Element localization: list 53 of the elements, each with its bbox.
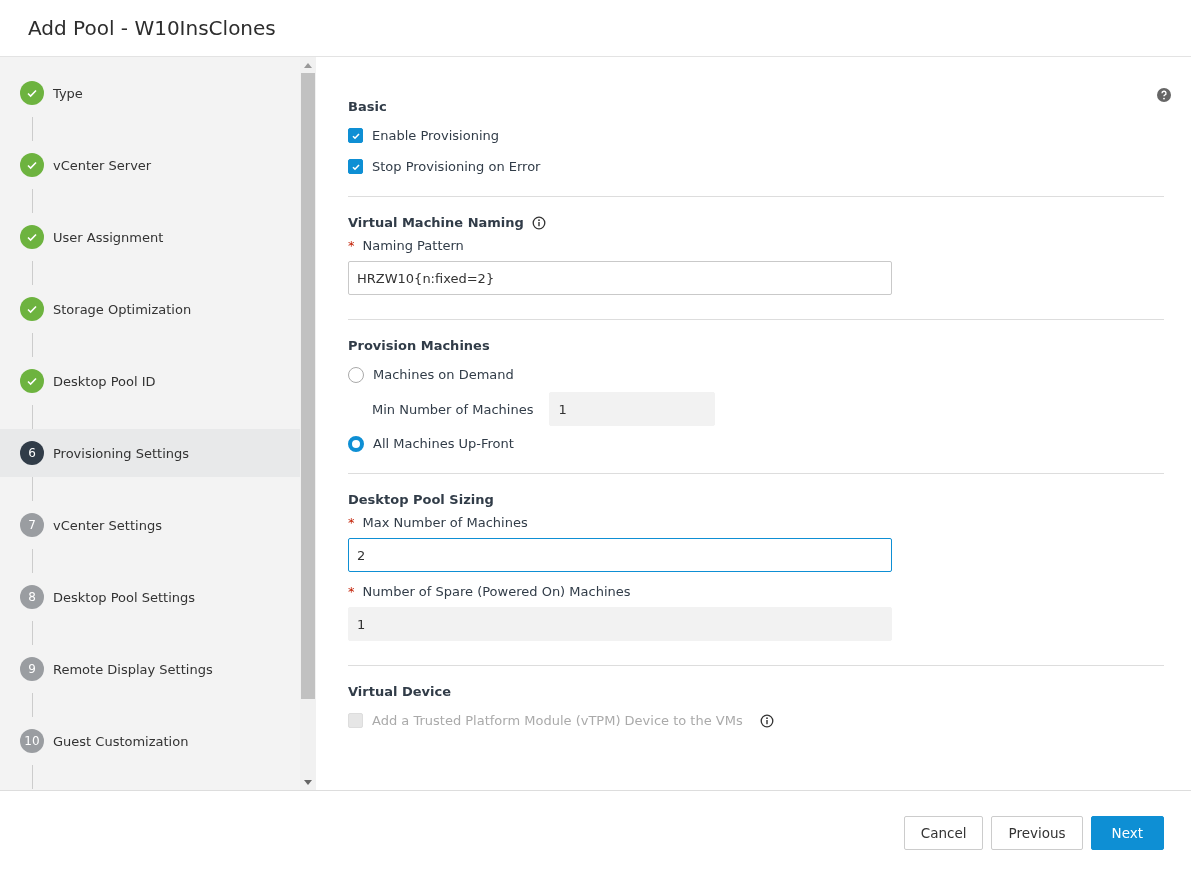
input-field[interactable]: 2 — [348, 538, 892, 572]
section-title: Basic — [348, 99, 387, 114]
step-number: 9 — [20, 657, 44, 681]
wizard-step[interactable]: Storage Optimization — [0, 285, 300, 333]
field-label: Number of Spare (Powered On) Machines — [362, 584, 631, 599]
input-field[interactable]: 1 — [348, 607, 892, 641]
dialog-title: Add Pool - W10InsClones — [28, 16, 276, 40]
wizard-step[interactable]: 9 Remote Display Settings — [0, 645, 300, 693]
next-button[interactable]: Next — [1090, 816, 1164, 850]
radio-label: Machines on Demand — [373, 367, 514, 382]
section-title: Virtual Device — [348, 684, 451, 699]
input-field[interactable]: 1 — [549, 392, 716, 426]
dialog-button[interactable]: Cancel — [903, 816, 984, 850]
input-field[interactable]: HRZW10{n:fixed=2} — [348, 261, 892, 295]
check-icon — [26, 303, 38, 315]
section-title: Desktop Pool Sizing — [348, 492, 494, 507]
help-icon[interactable] — [1157, 88, 1171, 102]
required-mark: * — [348, 238, 355, 253]
step-number: 10 — [20, 729, 44, 753]
checkbox-label: Enable Provisioning — [372, 128, 500, 143]
checkbox[interactable] — [348, 128, 363, 143]
radio-label: All Machines Up-Front — [373, 436, 514, 451]
check-icon — [26, 159, 38, 171]
section-title: Virtual Machine Naming — [348, 215, 524, 230]
required-mark: * — [348, 584, 355, 599]
checkbox-label: Add a Trusted Platform Module (vTPM) Device to the VMs — [372, 713, 743, 728]
field-label: Max Number of Machines — [362, 515, 528, 530]
check-icon — [26, 231, 38, 243]
wizard-step[interactable]: 7 vCenter Settings — [0, 501, 300, 549]
required-mark: * — [348, 515, 355, 530]
dialog-button[interactable]: Previous — [991, 816, 1083, 850]
scrollbar-thumb[interactable] — [301, 73, 315, 699]
section-title: Provision Machines — [348, 338, 490, 353]
wizard-step[interactable]: vCenter Server — [0, 141, 300, 189]
wizard-step[interactable]: Desktop Pool ID — [0, 357, 300, 405]
field-label: Naming Pattern — [362, 238, 464, 253]
info-icon[interactable] — [531, 215, 546, 230]
wizard-step[interactable]: User Assignment — [0, 213, 300, 261]
step-number: 8 — [20, 585, 44, 609]
wizard-step[interactable]: Type — [0, 69, 300, 117]
radio-button[interactable] — [348, 435, 364, 452]
checkbox[interactable] — [348, 159, 363, 174]
field-label: Min Number of Machines — [372, 401, 534, 417]
radio-button[interactable] — [348, 366, 364, 383]
checkbox-label: Stop Provisioning on Error — [372, 159, 541, 174]
wizard-step[interactable]: 8 Desktop Pool Settings — [0, 573, 300, 621]
scroll-down-icon[interactable] — [304, 779, 312, 785]
step-number: 7 — [20, 513, 44, 537]
wizard-step[interactable]: 10 Guest Customization — [0, 717, 300, 765]
scroll-up-icon[interactable] — [304, 62, 312, 68]
check-icon — [26, 87, 38, 99]
check-icon — [26, 375, 38, 387]
step-number: 6 — [20, 441, 44, 465]
